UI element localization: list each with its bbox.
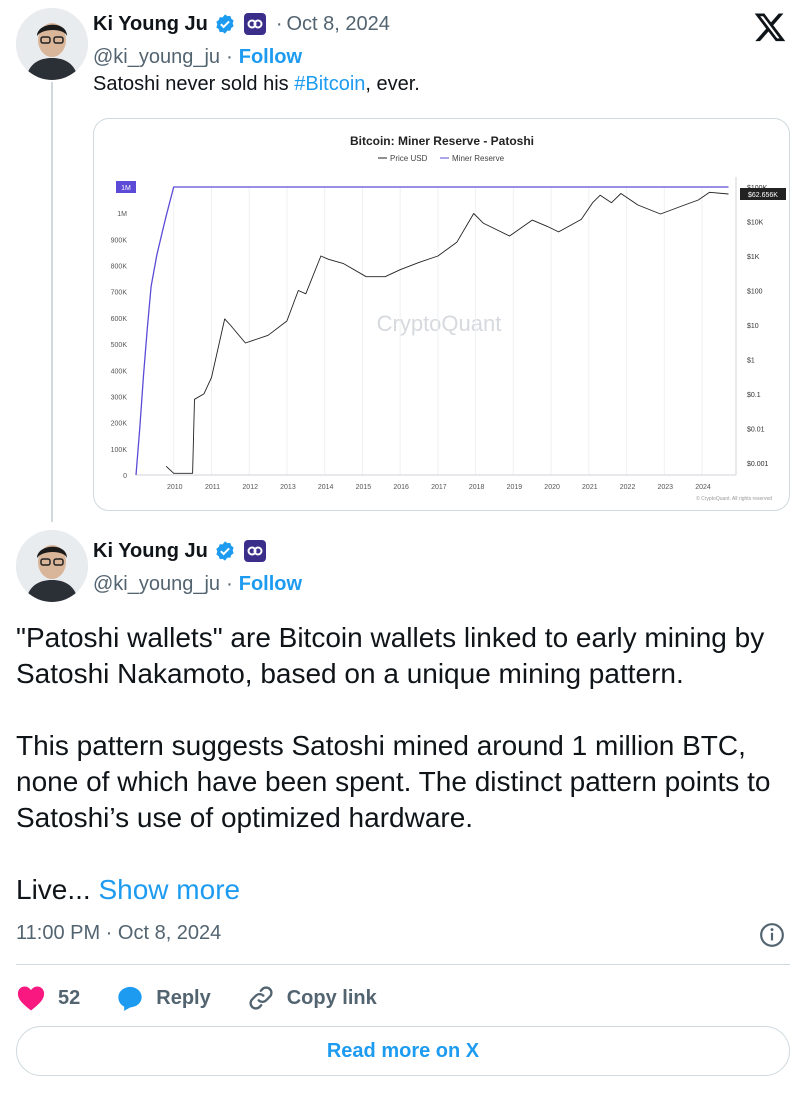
right-tick-label: $1 bbox=[747, 357, 755, 364]
separator-dot: · bbox=[275, 12, 283, 35]
separator-dot: · bbox=[226, 572, 233, 595]
link-icon bbox=[249, 986, 273, 1010]
right-tick-label: $0.01 bbox=[747, 426, 765, 433]
x-tick-label: 2016 bbox=[393, 484, 409, 491]
left-tick-label: 900K bbox=[111, 237, 128, 244]
quoted-text-part: Satoshi never sold his bbox=[93, 73, 295, 95]
org-affiliation-icon[interactable] bbox=[243, 13, 266, 35]
right-tick-label: $0.001 bbox=[747, 461, 769, 468]
tweet-paragraph: This pattern suggests Satoshi mined arou… bbox=[16, 730, 771, 833]
chart-image[interactable]: Bitcoin: Miner Reserve - Patoshi Price U… bbox=[93, 118, 790, 511]
left-tick-label: 100K bbox=[111, 447, 128, 454]
avatar[interactable] bbox=[16, 530, 88, 602]
read-more-button[interactable]: Read more on X bbox=[16, 1026, 790, 1076]
right-value-marker-label: $62.656K bbox=[748, 192, 778, 199]
x-tick-label: 2018 bbox=[469, 484, 485, 491]
reply-bubble-icon bbox=[118, 986, 142, 1011]
x-tick-label: 2024 bbox=[695, 484, 711, 491]
verified-badge-icon bbox=[216, 14, 234, 34]
show-more-link[interactable]: Show more bbox=[98, 874, 240, 905]
quoted-handle-row: @ki_young_ju · Follow bbox=[93, 43, 302, 71]
thread-connector-line bbox=[51, 82, 53, 522]
chart-legend: Price USD Miner Reserve bbox=[378, 154, 505, 163]
chart-copyright: © CryptoQuant. All rights reserved bbox=[696, 495, 772, 502]
tweet-body: "Patoshi wallets" are Bitcoin wallets li… bbox=[16, 620, 786, 908]
author-handle[interactable]: @ki_young_ju bbox=[93, 46, 220, 69]
tweet-paragraph: "Patoshi wallets" are Bitcoin wallets li… bbox=[16, 622, 765, 689]
follow-button[interactable]: Follow bbox=[239, 573, 302, 596]
x-tick-label: 2014 bbox=[318, 484, 334, 491]
quoted-tweet-text: Satoshi never sold his #Bitcoin, ever. bbox=[93, 73, 420, 96]
left-tick-label: 600K bbox=[111, 316, 128, 323]
left-tick-label: 700K bbox=[111, 290, 128, 297]
left-axis-ticks: 0100K200K300K400K500K600K700K800K900K1M1 bbox=[111, 185, 128, 480]
avatar[interactable] bbox=[16, 8, 88, 80]
x-tick-label: 2017 bbox=[431, 484, 447, 491]
x-tick-label: 2011 bbox=[205, 484, 220, 491]
author-name[interactable]: Ki Young Ju bbox=[93, 13, 208, 36]
avatar-portrait bbox=[16, 8, 88, 80]
x-tick-label: 2012 bbox=[242, 484, 258, 491]
left-tick-label: 500K bbox=[111, 342, 128, 349]
right-tick-label: $10K bbox=[747, 219, 764, 226]
hashtag-link[interactable]: #Bitcoin bbox=[294, 73, 365, 95]
heart-icon bbox=[17, 986, 45, 1011]
miner-reserve-chart: Bitcoin: Miner Reserve - Patoshi Price U… bbox=[111, 134, 786, 502]
like-button[interactable]: 52 bbox=[16, 984, 80, 1012]
watermark: CryptoQuant bbox=[377, 311, 502, 336]
separator-dot: · bbox=[226, 45, 233, 68]
tweet-timestamp[interactable]: 11:00 PM · Oct 8, 2024 bbox=[16, 922, 221, 945]
reply-button[interactable]: Reply bbox=[116, 984, 211, 1012]
org-affiliation-icon[interactable] bbox=[243, 540, 266, 562]
quoted-text-part: , ever. bbox=[365, 73, 420, 95]
follow-button[interactable]: Follow bbox=[239, 46, 302, 69]
x-tick-label: 2022 bbox=[620, 484, 636, 491]
x-tick-label: 2023 bbox=[658, 484, 674, 491]
like-count: 52 bbox=[58, 986, 81, 1009]
left-tick-label: 300K bbox=[111, 394, 128, 401]
copy-link-label: Copy link bbox=[286, 986, 377, 1009]
x-tick-label: 2020 bbox=[544, 484, 560, 491]
x-axis-ticks: 2010 2011 2012 2013 2014 2015 2016 2017 2018 2019… bbox=[167, 484, 711, 491]
left-tick-label: 0 bbox=[123, 473, 127, 480]
x-tick-label: 2013 bbox=[280, 484, 296, 491]
tweet-actions: 52 Reply Copy link bbox=[16, 980, 413, 1016]
left-tick-label: 200K bbox=[111, 421, 128, 428]
chart-title: Bitcoin: Miner Reserve - Patoshi bbox=[350, 134, 534, 148]
axis-markers: 1M $62.656K bbox=[116, 181, 786, 201]
author-handle[interactable]: @ki_young_ju bbox=[93, 573, 220, 596]
tweet-truncated-line: Live... Show more bbox=[16, 872, 786, 908]
legend-entry: Miner Reserve bbox=[452, 154, 505, 163]
left-tick-label: 1M bbox=[117, 211, 127, 218]
x-tick-label: 2019 bbox=[507, 484, 523, 491]
divider bbox=[16, 964, 790, 965]
right-tick-label: $1K bbox=[747, 254, 760, 261]
main-tweet-header: Ki Young Ju bbox=[93, 537, 266, 565]
right-tick-label: $0.1 bbox=[747, 392, 761, 399]
truncated-text: Live... bbox=[16, 874, 91, 905]
author-name[interactable]: Ki Young Ju bbox=[93, 540, 208, 563]
verified-badge-icon bbox=[216, 541, 234, 561]
x-tick-label: 2010 bbox=[167, 484, 183, 491]
reply-label: Reply bbox=[156, 986, 211, 1009]
right-tick-label: $10 bbox=[747, 323, 759, 330]
left-value-marker-label: 1M bbox=[121, 185, 131, 192]
right-tick-label: $100 bbox=[747, 288, 763, 295]
main-handle-row: @ki_young_ju · Follow bbox=[93, 570, 302, 598]
legend-entry: Price USD bbox=[390, 154, 428, 163]
info-icon[interactable] bbox=[759, 922, 785, 948]
avatar-portrait bbox=[16, 530, 88, 602]
quoted-tweet-date[interactable]: Oct 8, 2024 bbox=[287, 13, 390, 36]
copy-link-button[interactable]: Copy link bbox=[247, 984, 377, 1012]
x-tick-label: 2021 bbox=[582, 484, 598, 491]
quoted-tweet-header: Ki Young Ju · Oct 8, 2024 bbox=[93, 10, 390, 38]
left-tick-label: 400K bbox=[111, 368, 128, 375]
x-logo-icon[interactable] bbox=[752, 10, 788, 44]
right-axis-ticks: $0.001$0.01$0.1$1$10$100$1K$10K$100K bbox=[747, 185, 769, 468]
x-tick-label: 2015 bbox=[356, 484, 372, 491]
left-tick-label: 800K bbox=[111, 264, 128, 271]
